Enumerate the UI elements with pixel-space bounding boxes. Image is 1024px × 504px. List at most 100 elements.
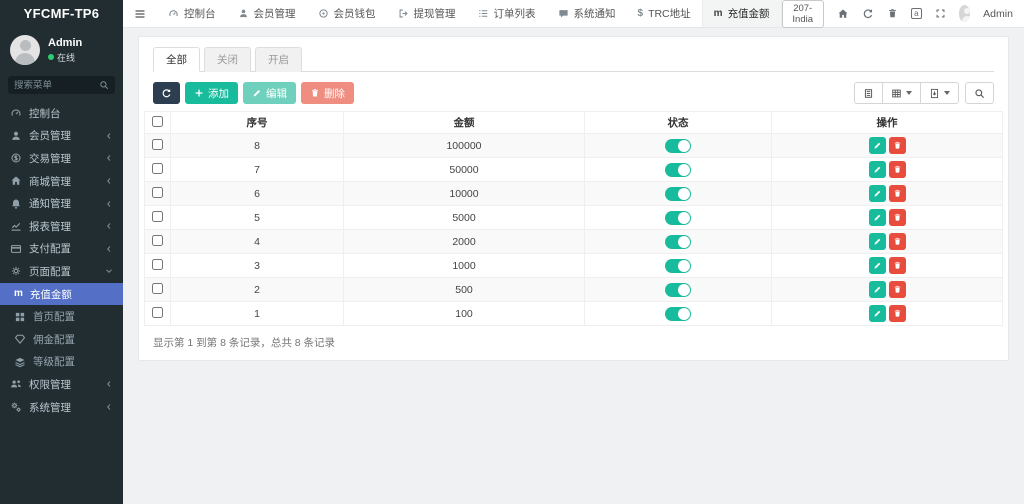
row-delete-button[interactable] — [889, 209, 906, 226]
sidebar-item-reports[interactable]: 报表管理 — [0, 215, 123, 238]
sidebar-item-level-config[interactable]: 等级配置 — [0, 351, 123, 374]
row-edit-button[interactable] — [869, 209, 886, 226]
table-row[interactable]: 7 50000 — [145, 158, 1003, 182]
sidebar-item-commission-config[interactable]: 佣金配置 — [0, 328, 123, 351]
pencil-icon — [252, 88, 262, 98]
row-delete-button[interactable] — [889, 161, 906, 178]
sign-out-icon — [398, 8, 409, 19]
row-checkbox[interactable] — [152, 307, 163, 318]
nav-tab-members[interactable]: 会员管理 — [227, 0, 307, 27]
table-row[interactable]: 4 2000 — [145, 230, 1003, 254]
sidebar-item-payment-config[interactable]: 支付配置 — [0, 238, 123, 261]
row-edit-button[interactable] — [869, 161, 886, 178]
row-checkbox[interactable] — [152, 163, 163, 174]
header-amount[interactable]: 金额 — [344, 112, 585, 134]
row-delete-button[interactable] — [889, 305, 906, 322]
table-row[interactable]: 2 500 — [145, 278, 1003, 302]
table-row[interactable]: 3 1000 — [145, 254, 1003, 278]
pagination-summary: 显示第 1 到第 8 条记录，总共 8 条记录 — [153, 335, 994, 350]
search-input[interactable] — [14, 80, 99, 91]
add-button[interactable]: 添加 — [185, 82, 238, 104]
row-edit-button[interactable] — [869, 257, 886, 274]
chevron-left-icon — [105, 177, 113, 185]
refresh-icon[interactable] — [862, 8, 874, 20]
fullscreen-icon[interactable] — [935, 8, 946, 19]
sidebar-item-home-config[interactable]: 首页配置 — [0, 305, 123, 328]
table-row[interactable]: 6 10000 — [145, 182, 1003, 206]
home-icon[interactable] — [837, 8, 849, 20]
tab-open[interactable]: 开启 — [255, 47, 302, 72]
delete-button[interactable]: 删除 — [301, 82, 354, 104]
table-row[interactable]: 8 100000 — [145, 134, 1003, 158]
sidebar-search[interactable] — [8, 76, 115, 94]
topbar-user-name[interactable]: Admin — [983, 8, 1013, 20]
row-edit-button[interactable] — [869, 305, 886, 322]
row-edit-button[interactable] — [869, 233, 886, 250]
nav-tab-withdraw[interactable]: 提现管理 — [387, 0, 467, 27]
nav-tab-orders[interactable]: 订单列表 — [467, 0, 547, 27]
row-checkbox[interactable] — [152, 139, 163, 150]
select-all-checkbox[interactable] — [152, 116, 163, 127]
row-delete-button[interactable] — [889, 281, 906, 298]
status-toggle[interactable] — [665, 211, 691, 225]
refresh-button[interactable] — [153, 82, 180, 104]
table-toolbar: 添加 编辑 删除 — [153, 82, 994, 104]
records-table: 序号 金额 状态 操作 8 100000 — [144, 111, 1003, 326]
sidebar-item-system[interactable]: 系统管理 — [0, 396, 123, 419]
row-edit-button[interactable] — [869, 281, 886, 298]
columns-button[interactable] — [882, 82, 921, 104]
row-delete-button[interactable] — [889, 233, 906, 250]
monero-icon: m — [14, 289, 23, 299]
header-action[interactable]: 操作 — [772, 112, 1003, 134]
sidebar-item-dashboard[interactable]: 控制台 — [0, 102, 123, 125]
nav-tab-wallet[interactable]: 会员钱包 — [307, 0, 387, 27]
sidebar-item-notice[interactable]: 通知管理 — [0, 192, 123, 215]
money-icon — [10, 152, 22, 164]
row-edit-button[interactable] — [869, 137, 886, 154]
row-delete-button[interactable] — [889, 137, 906, 154]
gem-icon — [14, 333, 26, 345]
header-seq[interactable]: 序号 — [171, 112, 344, 134]
sidebar-item-page-config[interactable]: 页面配置 — [0, 260, 123, 283]
status-toggle[interactable] — [665, 163, 691, 177]
row-delete-button[interactable] — [889, 185, 906, 202]
nav-tab-trc-address[interactable]: $ TRC地址 — [627, 0, 702, 27]
trash-icon[interactable] — [887, 8, 898, 19]
export-button[interactable] — [920, 82, 959, 104]
status-toggle[interactable] — [665, 187, 691, 201]
users-icon — [10, 378, 22, 390]
sidebar-item-trade[interactable]: 交易管理 — [0, 147, 123, 170]
row-checkbox[interactable] — [152, 283, 163, 294]
sidebar-item-recharge-amount[interactable]: m 充值金额 — [0, 283, 123, 306]
card-view-button[interactable] — [854, 82, 883, 104]
translate-icon[interactable]: a — [911, 8, 922, 19]
status-toggle[interactable] — [665, 235, 691, 249]
menu-toggle-icon[interactable] — [123, 0, 157, 27]
nav-tab-recharge-amount[interactable]: m 充值金额 — [702, 0, 782, 27]
language-button[interactable]: 207-India — [782, 0, 824, 28]
tab-all[interactable]: 全部 — [153, 47, 200, 72]
row-checkbox[interactable] — [152, 259, 163, 270]
nav-tab-notifications[interactable]: 系统通知 — [547, 0, 627, 27]
status-toggle[interactable] — [665, 307, 691, 321]
sidebar-item-mall[interactable]: 商城管理 — [0, 170, 123, 193]
row-checkbox[interactable] — [152, 187, 163, 198]
table-row[interactable]: 1 100 — [145, 302, 1003, 326]
row-checkbox[interactable] — [152, 211, 163, 222]
status-toggle[interactable] — [665, 283, 691, 297]
edit-button[interactable]: 编辑 — [243, 82, 296, 104]
sidebar-item-members[interactable]: 会员管理 — [0, 125, 123, 148]
row-delete-button[interactable] — [889, 257, 906, 274]
avatar[interactable] — [959, 5, 970, 22]
sidebar-item-permissions[interactable]: 权限管理 — [0, 373, 123, 396]
header-status[interactable]: 状态 — [585, 112, 772, 134]
avatar — [10, 35, 40, 65]
row-checkbox[interactable] — [152, 235, 163, 246]
table-search-button[interactable] — [965, 82, 994, 104]
tab-closed[interactable]: 关闭 — [204, 47, 251, 72]
status-toggle[interactable] — [665, 139, 691, 153]
row-edit-button[interactable] — [869, 185, 886, 202]
table-row[interactable]: 5 5000 — [145, 206, 1003, 230]
status-toggle[interactable] — [665, 259, 691, 273]
nav-tab-dashboard[interactable]: 控制台 — [157, 0, 227, 27]
